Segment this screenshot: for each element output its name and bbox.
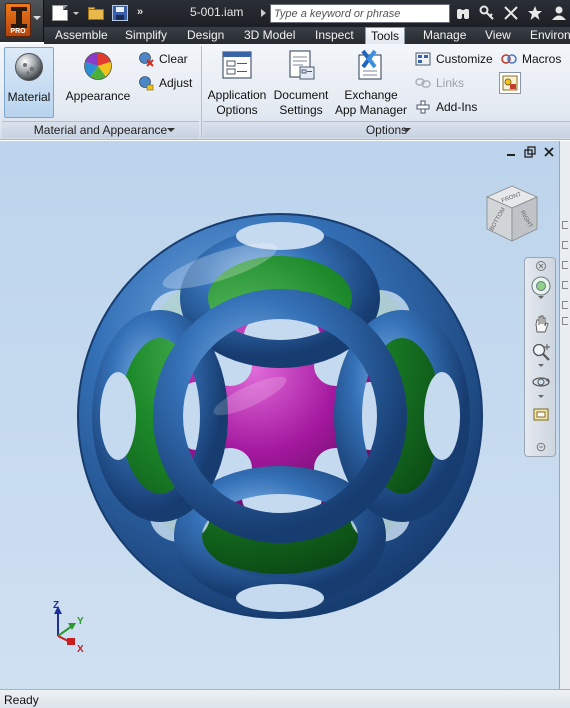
tab-3d-model[interactable]: 3D Model <box>239 27 300 44</box>
application-options-label-2: Options <box>216 103 258 117</box>
navigation-bar <box>524 257 556 457</box>
plus-icon <box>416 100 430 114</box>
zoom-icon[interactable] <box>531 342 551 362</box>
clear-appearance-icon <box>139 52 154 67</box>
document-settings-label-2: Settings <box>279 103 323 117</box>
browser-panel-edge[interactable] <box>559 141 570 689</box>
new-icon[interactable] <box>52 5 68 21</box>
document-settings-label-1: Document <box>273 88 329 102</box>
key-icon[interactable] <box>479 5 495 21</box>
customize-button[interactable]: Customize <box>415 50 493 68</box>
chevron-down-icon[interactable] <box>538 395 544 398</box>
tab-view[interactable]: View <box>480 27 516 44</box>
look-at-icon[interactable] <box>531 404 551 424</box>
application-options-icon <box>222 51 252 79</box>
chevron-down-icon <box>167 128 175 132</box>
chevron-down-icon[interactable] <box>538 364 544 367</box>
panel-separator <box>201 46 202 138</box>
navbar-options-icon[interactable] <box>536 442 546 452</box>
tab-assemble[interactable]: Assemble <box>50 27 113 44</box>
chevron-down-icon[interactable] <box>538 296 544 299</box>
document-settings-icon <box>289 50 315 80</box>
steering-wheel-icon[interactable] <box>531 276 551 296</box>
material-button[interactable]: Material <box>4 47 54 118</box>
tab-simplify[interactable]: Simplify <box>120 27 172 44</box>
chevron-down-icon <box>403 128 411 132</box>
close-icon[interactable] <box>543 146 555 158</box>
customize-label: Customize <box>436 52 493 66</box>
material-sphere-icon <box>15 53 43 81</box>
document-title: 5-001.iam <box>190 5 244 19</box>
save-icon[interactable] <box>112 5 128 21</box>
exchange-app-manager-icon <box>358 49 382 80</box>
tab-manage[interactable]: Manage <box>418 27 471 44</box>
search-input[interactable] <box>270 4 450 23</box>
macros-label: Macros <box>522 52 562 66</box>
navbar-close-icon[interactable] <box>535 260 547 272</box>
restore-icon[interactable] <box>524 146 536 158</box>
chevron-down-icon <box>33 16 41 20</box>
links-label: Links <box>436 76 465 90</box>
material-panel-title[interactable]: Material and Appearance <box>2 121 199 138</box>
color-wheel-icon <box>84 52 112 80</box>
add-ins-button[interactable]: Add-Ins <box>415 98 477 116</box>
user-icon[interactable] <box>551 5 567 21</box>
triad-z-label: Z <box>53 600 59 611</box>
assembly-model[interactable] <box>70 206 490 626</box>
open-icon[interactable] <box>88 5 104 21</box>
orbit-icon[interactable] <box>531 372 551 392</box>
macros-icon <box>501 54 517 64</box>
star-icon[interactable] <box>527 5 543 21</box>
status-bar: Ready <box>0 689 570 708</box>
triad-y-label: Y <box>77 616 84 627</box>
links-button[interactable]: Links <box>415 74 464 92</box>
exchange-app-manager-label-2: App Manager <box>334 103 408 117</box>
viewcube[interactable]: FRONT RIGHT BOTTOM <box>482 183 542 245</box>
vba-editor-button[interactable] <box>499 72 521 94</box>
ribbon-tabs: Assemble Simplify Design 3D Model Inspec… <box>44 27 570 44</box>
graphics-viewport[interactable]: FRONT RIGHT BOTTOM Z Y X <box>0 141 559 689</box>
application-menu-button[interactable]: PRO <box>0 0 44 42</box>
options-panel-title[interactable]: Options <box>203 121 570 138</box>
status-text: Ready <box>4 693 39 707</box>
chevron-down-icon[interactable] <box>73 12 79 15</box>
logo-badge: PRO <box>10 28 26 35</box>
exchange-app-manager-label-1: Exchange <box>344 88 398 102</box>
x-tools-icon[interactable] <box>503 5 519 21</box>
vba-editor-icon <box>502 75 518 91</box>
title-bar: PRO » 5-001.iam <box>0 0 570 42</box>
exchange-app-manager-button[interactable]: Exchange App Manager <box>333 47 409 118</box>
appearance-label: Appearance <box>65 89 131 103</box>
chevron-right-icon <box>261 9 266 17</box>
links-icon <box>415 78 431 88</box>
macros-button[interactable]: Macros <box>501 50 561 68</box>
adjust-button[interactable]: Adjust <box>138 74 192 92</box>
tab-design[interactable]: Design <box>182 27 229 44</box>
tab-environments[interactable]: Environ <box>525 27 570 44</box>
triad-x-label: X <box>77 644 84 655</box>
material-label: Material <box>7 90 51 104</box>
add-ins-label: Add-Ins <box>436 100 478 114</box>
adjust-label: Adjust <box>159 76 193 90</box>
coordinate-triad: Z Y X <box>53 600 84 655</box>
inventor-logo-icon: PRO <box>5 3 31 37</box>
customize-icon <box>415 52 431 66</box>
appearance-button[interactable]: Appearance <box>62 47 134 118</box>
clear-label: Clear <box>159 52 188 66</box>
clear-button[interactable]: Clear <box>138 50 188 68</box>
adjust-appearance-icon <box>139 76 154 91</box>
minimize-icon[interactable] <box>505 146 517 158</box>
pan-icon[interactable] <box>531 314 551 334</box>
application-options-label-1: Application <box>207 88 267 102</box>
tab-tools[interactable]: Tools <box>365 27 406 44</box>
binoculars-icon[interactable] <box>455 5 471 21</box>
document-settings-button[interactable]: Document Settings <box>270 47 332 118</box>
more-icon[interactable]: » <box>137 6 143 18</box>
application-options-button[interactable]: Application Options <box>204 47 270 118</box>
ribbon-panel: Material Appearance Clear Adjust Materia… <box>0 44 570 140</box>
tab-inspect[interactable]: Inspect <box>310 27 359 44</box>
